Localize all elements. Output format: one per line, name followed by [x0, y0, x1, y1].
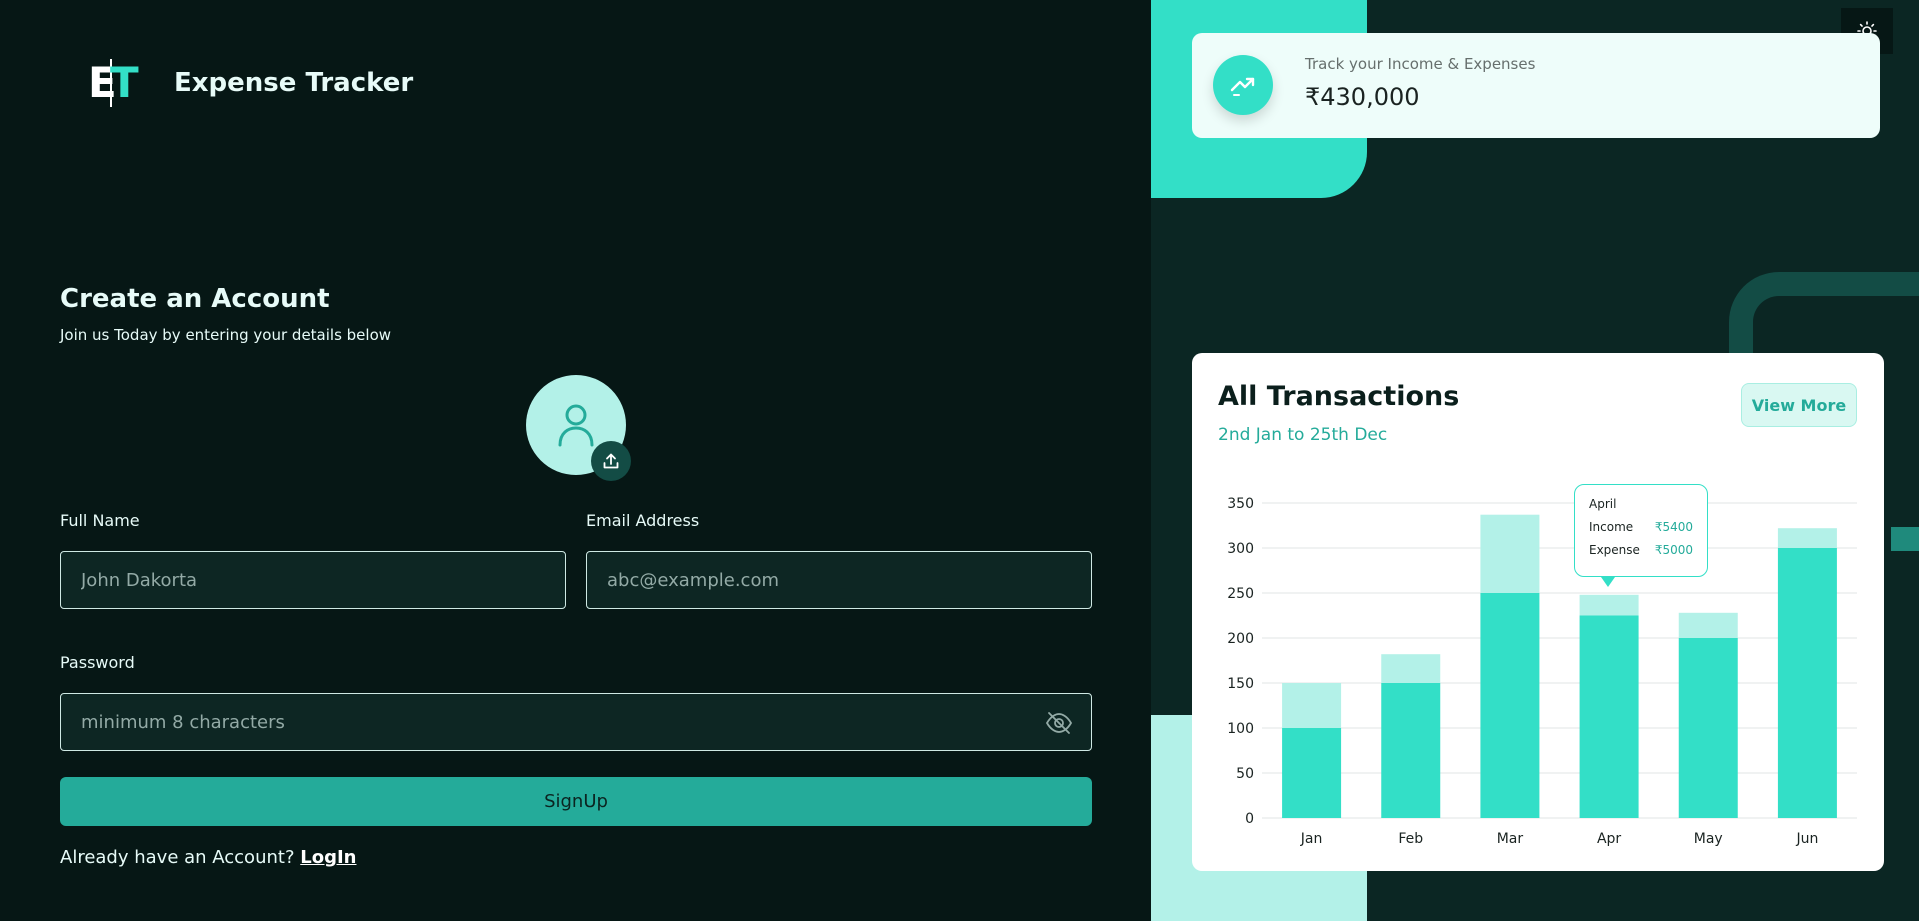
x-tick-label: May [1694, 831, 1723, 847]
full-name-field [60, 551, 566, 609]
trend-badge [1213, 55, 1273, 115]
email-label: Email Address [586, 511, 700, 530]
email-input[interactable] [587, 552, 1091, 608]
tooltip-expense-value: ₹5000 [1654, 543, 1693, 557]
bar-jun-segment-1 [1777, 548, 1837, 818]
x-tick-label: Jan [1300, 831, 1323, 847]
signup-button[interactable]: SignUp [60, 777, 1092, 826]
login-prompt-text: Already have an Account? [60, 847, 295, 868]
signup-panel: E T Expense Tracker Create an Account Jo… [0, 0, 1151, 921]
bar-feb-segment-2 [1381, 654, 1441, 683]
x-tick-label: Feb [1398, 831, 1423, 847]
tooltip-expense-row: Expense ₹5000 [1589, 543, 1693, 557]
bar-apr-segment-2 [1579, 594, 1639, 616]
transactions-bar-chart: 0 50 100 150 200 250 300 350 Jan Feb Mar Apr May Jun [1227, 496, 1857, 847]
info-panel: Track your Income & Expenses ₹430,000 Al… [1151, 0, 1919, 921]
bar-mar-segment-2 [1480, 514, 1540, 593]
tooltip-expense-label: Expense [1589, 543, 1640, 557]
upload-icon [603, 453, 619, 469]
y-tick-label: 100 [1227, 721, 1254, 737]
y-tick-label: 150 [1227, 676, 1254, 692]
brand: E T Expense Tracker [88, 57, 413, 109]
bar-may-segment-2 [1678, 612, 1738, 638]
tooltip-income-label: Income [1589, 520, 1634, 534]
y-tick-label: 0 [1245, 811, 1254, 827]
x-tick-label: Apr [1597, 831, 1621, 847]
page-title: Create an Account [60, 284, 330, 314]
x-tick-label: Jun [1795, 831, 1818, 847]
tooltip-income-row: Income ₹5400 [1589, 520, 1693, 534]
page-subtitle: Join us Today by entering your details b… [60, 326, 392, 344]
decorative-strip [1891, 527, 1919, 551]
login-link[interactable]: LogIn [300, 847, 356, 868]
y-tick-label: 200 [1227, 631, 1254, 647]
logo: E T [88, 57, 139, 109]
upload-photo-button[interactable] [591, 441, 631, 481]
x-tick-label: Mar [1497, 831, 1524, 847]
tooltip-month: April [1589, 497, 1617, 511]
bar-jan-segment-1 [1282, 728, 1342, 818]
eye-off-icon[interactable] [1045, 711, 1073, 735]
summary-value: ₹430,000 [1305, 83, 1420, 111]
y-tick-label: 350 [1227, 496, 1254, 512]
bar-jan-segment-2 [1282, 683, 1342, 728]
chart-tooltip: April Income ₹5400 Expense ₹5000 [1574, 484, 1708, 587]
login-prompt: Already have an Account? LogIn [60, 847, 356, 868]
full-name-label: Full Name [60, 511, 140, 530]
y-tick-label: 50 [1236, 766, 1254, 782]
email-field [586, 551, 1092, 609]
full-name-input[interactable] [61, 552, 565, 608]
logo-letter-t: T [110, 58, 139, 107]
password-input[interactable] [61, 694, 1091, 750]
transactions-card: All Transactions 2nd Jan to 25th Dec Vie… [1192, 353, 1884, 871]
trending-up-icon [1230, 77, 1255, 96]
income-summary-card: Track your Income & Expenses ₹430,000 [1192, 33, 1880, 138]
user-icon [558, 404, 594, 447]
y-tick-label: 300 [1227, 541, 1254, 557]
password-field [60, 693, 1092, 751]
bar-may-segment-1 [1678, 638, 1738, 818]
bar-apr-segment-1 [1579, 615, 1639, 818]
bar-jun-segment-2 [1777, 528, 1837, 548]
bar-feb-segment-1 [1381, 683, 1441, 818]
brand-name: Expense Tracker [174, 68, 414, 98]
bar-mar-segment-1 [1480, 593, 1540, 818]
tooltip-income-value: ₹5400 [1654, 520, 1693, 534]
y-tick-label: 250 [1227, 586, 1254, 602]
summary-label: Track your Income & Expenses [1305, 55, 1536, 73]
password-label: Password [60, 653, 135, 672]
